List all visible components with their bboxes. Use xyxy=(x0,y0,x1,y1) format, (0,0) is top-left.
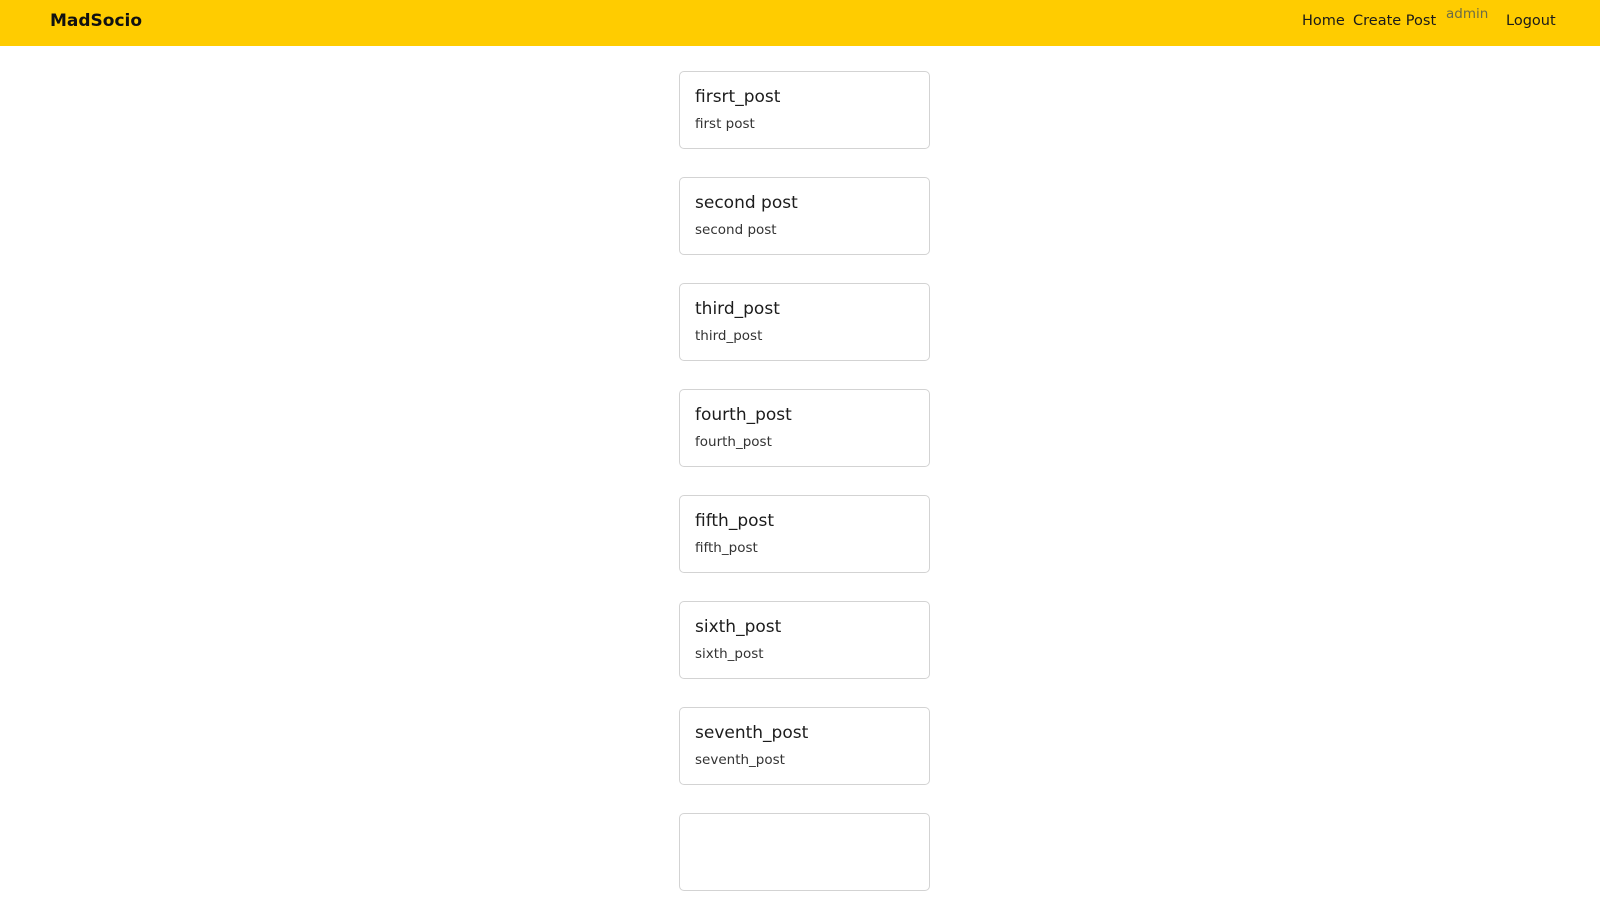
post-title: second post xyxy=(695,193,798,213)
post-card[interactable]: seventh_post seventh_post xyxy=(679,707,930,785)
post-card[interactable]: fifth_post fifth_post xyxy=(679,495,930,573)
post-card[interactable]: second post second post xyxy=(679,177,930,255)
nav-home-link[interactable]: Home xyxy=(1302,11,1345,31)
post-title: fourth_post xyxy=(695,405,792,425)
post-title: firsrt_post xyxy=(695,87,781,107)
post-card[interactable]: third_post third_post xyxy=(679,283,930,361)
post-title: third_post xyxy=(695,299,780,319)
post-body: sixth_post xyxy=(695,646,764,662)
nav-logout-link[interactable]: Logout xyxy=(1506,11,1556,31)
post-card[interactable]: firsrt_post first post xyxy=(679,71,930,149)
top-navbar: MadSocio Home Create Post admin Logout xyxy=(0,0,1600,46)
post-body: second post xyxy=(695,222,777,238)
post-card[interactable] xyxy=(679,813,930,891)
brand-logo-link[interactable]: MadSocio xyxy=(50,10,142,32)
post-body: third_post xyxy=(695,328,763,344)
post-body: fourth_post xyxy=(695,434,772,450)
post-card[interactable]: fourth_post fourth_post xyxy=(679,389,930,467)
post-title: sixth_post xyxy=(695,617,782,637)
post-title: seventh_post xyxy=(695,723,809,743)
post-feed: firsrt_post first post second post secon… xyxy=(679,71,930,919)
post-body: fifth_post xyxy=(695,540,758,556)
post-body: first post xyxy=(695,116,755,132)
post-body: seventh_post xyxy=(695,752,785,768)
post-title: fifth_post xyxy=(695,511,775,531)
nav-username: admin xyxy=(1446,6,1489,22)
post-card[interactable]: sixth_post sixth_post xyxy=(679,601,930,679)
nav-create-post-link[interactable]: Create Post xyxy=(1353,11,1436,31)
